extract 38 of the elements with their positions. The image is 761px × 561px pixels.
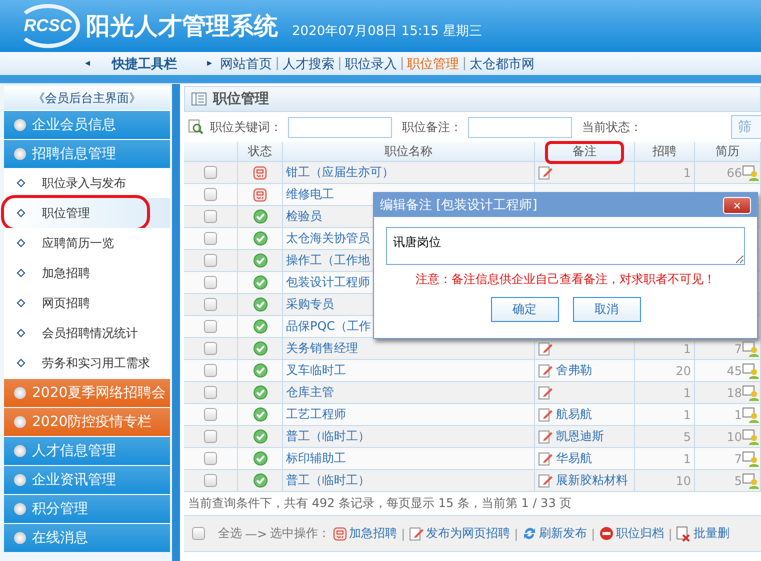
separator: |: [668, 526, 672, 540]
separator: |: [401, 526, 406, 540]
column-header: 状态: [238, 142, 283, 162]
app-title: 阳光人才管理系统: [86, 11, 278, 42]
table-cell: 1: [635, 382, 695, 404]
remark-text: 展新胶粘材料: [556, 472, 628, 489]
separator: |: [275, 56, 280, 71]
table-cell: 1: [635, 404, 695, 426]
field-label: 当前状态：: [582, 118, 642, 136]
arrow-text: —>: [245, 526, 268, 540]
table-cell: 10: [635, 470, 695, 492]
column-header: 职位名称: [283, 142, 535, 162]
table-cell: 5: [635, 426, 695, 448]
date-time: 2020年07月08日 15:15 星期三: [292, 23, 482, 40]
actions-label: 选中操作：: [270, 525, 330, 542]
table-cell: 1: [635, 338, 695, 360]
table-cell: 20: [635, 360, 695, 382]
column-header: 简历: [695, 142, 761, 162]
separator: |: [400, 56, 404, 71]
separator: |: [591, 526, 596, 540]
remark-text: 华易航: [556, 450, 592, 467]
table-cell: 1: [635, 448, 695, 470]
separator: |: [514, 526, 518, 540]
panel-title: 职位管理: [184, 86, 761, 112]
separator: |: [337, 56, 342, 71]
table-cell: 1: [635, 162, 695, 184]
toolbar-label: 快捷工具栏: [112, 56, 178, 72]
select-all-label: 全选: [218, 525, 242, 542]
notice-text: 注意：备注信息供企业自己查看备注，对求职者不可见！: [414, 271, 716, 288]
separator: |: [462, 56, 467, 71]
column-header: 备注: [535, 142, 635, 162]
remark-text: 航易航: [556, 406, 592, 423]
field-label: 职位关键词：: [210, 118, 282, 136]
remark-text: 凯恩迪斯: [556, 428, 604, 445]
dialog-title: 编辑备注 [包装设计工程师]: [380, 197, 538, 214]
remark-text: 舍弗勒: [556, 362, 592, 379]
column-header: 招聘: [635, 142, 695, 162]
field-label: 职位备注：: [402, 118, 462, 136]
